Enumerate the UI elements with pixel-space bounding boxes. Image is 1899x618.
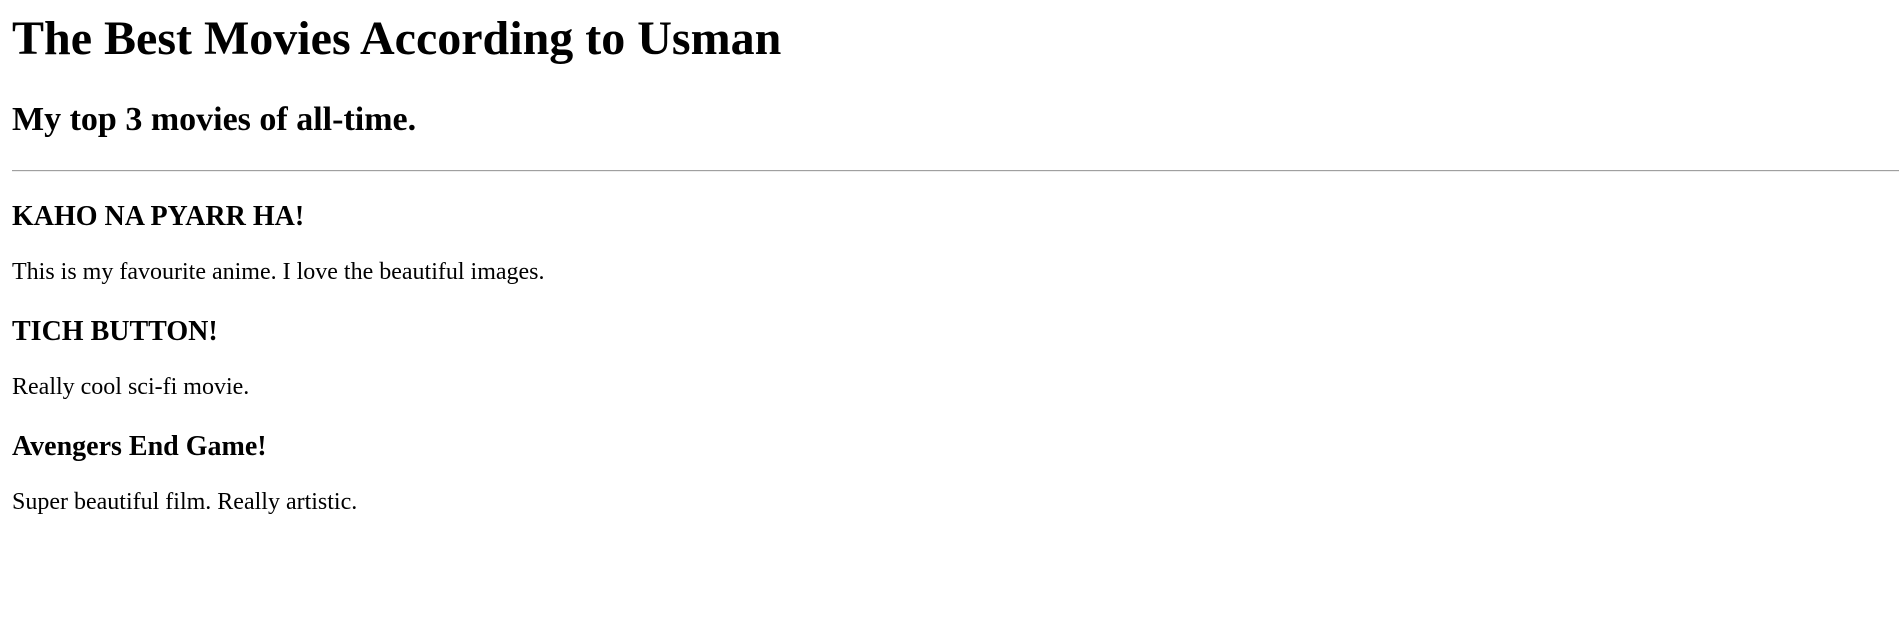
movie-title-2: TICH BUTTON! — [12, 316, 218, 347]
divider — [12, 170, 1899, 172]
movie-description-3: Super beautiful film. Really artistic. — [12, 489, 358, 515]
movie-title-1: KAHO NA PYARR HA! — [12, 201, 305, 232]
page: The Best Movies According to Usman My to… — [0, 0, 1899, 618]
page-subtitle: My top 3 movies of all-time. — [12, 101, 417, 138]
page-title: The Best Movies According to Usman — [12, 12, 782, 65]
movie-description-1: This is my favourite anime. I love the b… — [12, 259, 545, 285]
movie-title-3: Avengers End Game! — [12, 431, 267, 462]
movie-description-2: Really cool sci-fi movie. — [12, 374, 250, 400]
